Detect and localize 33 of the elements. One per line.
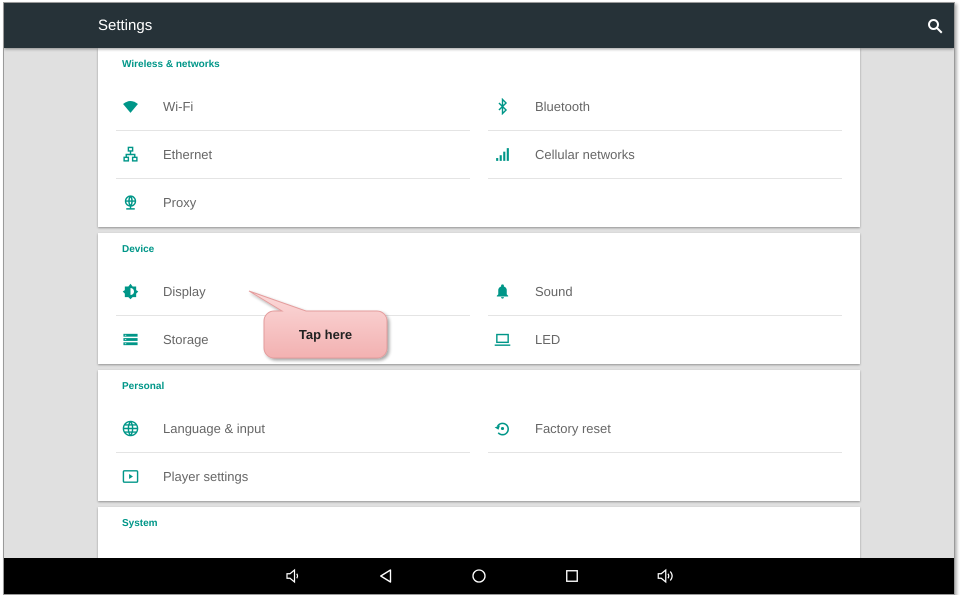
globe-icon [122, 420, 139, 437]
app-title: Settings [98, 17, 154, 34]
bell-icon [494, 283, 511, 300]
brightness-icon [122, 283, 139, 300]
section-heading: Wireless & networks [122, 58, 221, 72]
settings-item[interactable]: Ethernet [116, 140, 212, 170]
settings-item[interactable]: Language & input [116, 414, 265, 444]
restore-icon [494, 420, 511, 437]
laptop-icon [494, 331, 511, 348]
section-heading: Device [122, 243, 156, 257]
settings-item[interactable]: Bluetooth [488, 92, 590, 122]
settings-item[interactable]: Factory reset [488, 414, 611, 444]
search-button[interactable] [926, 16, 944, 34]
settings-item[interactable]: Sound [488, 276, 573, 306]
wifi-icon [122, 98, 139, 115]
storage-icon [122, 331, 139, 348]
settings-item[interactable]: Cellular networks [488, 140, 635, 170]
settings-item[interactable]: Proxy [116, 188, 196, 218]
play-icon [122, 468, 139, 485]
settings-item[interactable]: Player settings [116, 462, 248, 492]
signal-bars-icon [494, 146, 511, 163]
settings-item[interactable]: Storage [116, 324, 209, 354]
callout-text: Tap here [298, 326, 354, 344]
section-heading: Personal [122, 380, 166, 394]
volume-up-button[interactable] [656, 567, 674, 585]
recents-button[interactable] [563, 567, 581, 585]
home-button[interactable] [470, 567, 488, 585]
settings-item[interactable]: Wi-Fi [116, 92, 194, 122]
settings-item[interactable]: LED [488, 324, 560, 354]
section-heading: System [122, 517, 159, 531]
settings-item[interactable]: Display [116, 276, 206, 306]
globe-icon [122, 194, 139, 211]
network-icon [122, 146, 139, 163]
